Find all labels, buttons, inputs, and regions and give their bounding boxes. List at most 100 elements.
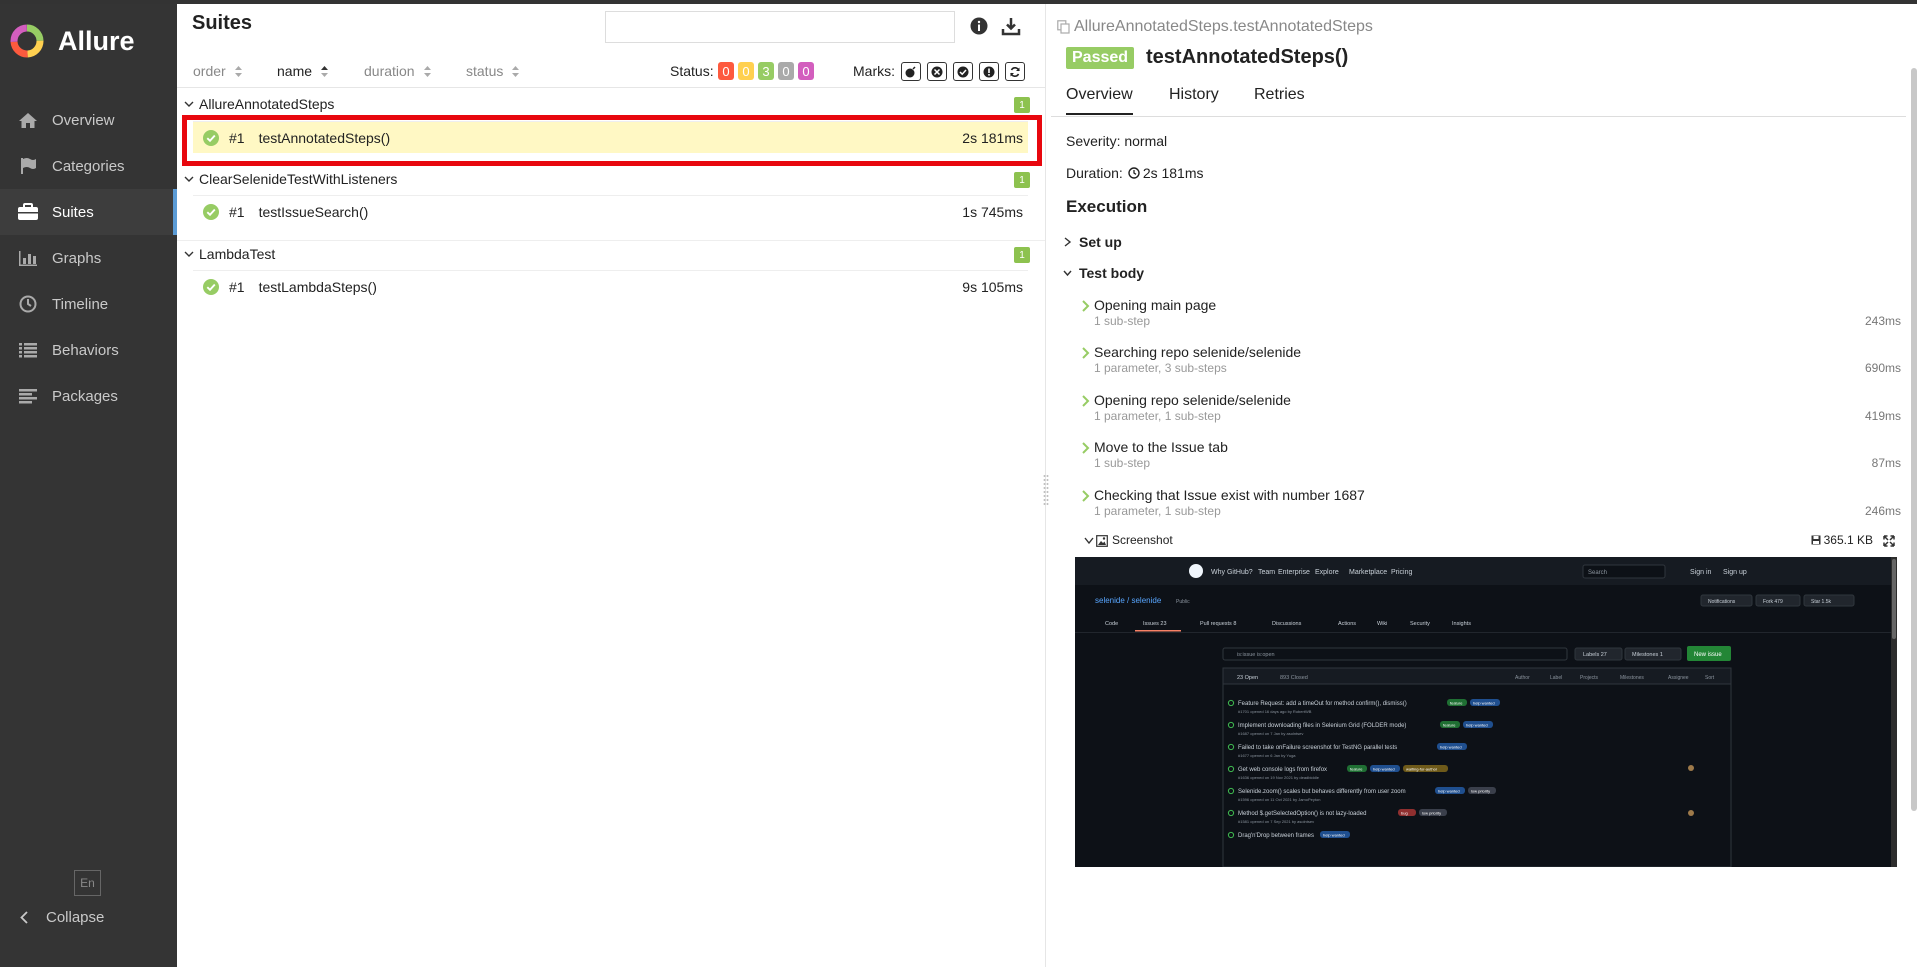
mark-new-failed-toggle[interactable]: [927, 62, 947, 81]
test-row[interactable]: #1 testIssueSearch() 1s 745ms: [193, 195, 1028, 227]
mark-new-passed-toggle[interactable]: [953, 62, 973, 81]
step-item[interactable]: Checking that Issue exist with number 16…: [1081, 487, 1901, 533]
attachment-size-value: 365.1 KB: [1823, 533, 1873, 547]
sidebar-item-label: Graphs: [52, 249, 102, 267]
times-circle-icon: [931, 66, 943, 77]
test-name: testLambdaSteps(): [258, 278, 377, 295]
download-icon[interactable]: [1001, 16, 1021, 36]
test-number: #1: [229, 278, 245, 295]
marks-filter-label: Marks:: [853, 63, 895, 79]
step-item[interactable]: Move to the Issue tab 1 sub-step 87ms: [1081, 439, 1901, 485]
sidebar-item-overview[interactable]: Overview: [0, 97, 177, 143]
status-broken-toggle[interactable]: 0: [738, 62, 754, 80]
collapse-button[interactable]: Collapse: [20, 909, 104, 926]
gh-issue-title: Feature Request: add a timeOut for metho…: [1238, 701, 1407, 707]
gh-milestones: Milestones 1: [1632, 652, 1663, 658]
sidebar-item-label: Categories: [52, 157, 125, 175]
test-title: testAnnotatedSteps(): [1146, 46, 1349, 68]
image-file-icon: [1096, 535, 1108, 547]
status-passed-toggle[interactable]: 3: [758, 62, 774, 80]
suite-group-header[interactable]: AllureAnnotatedSteps 1: [177, 91, 1045, 117]
mark-new-broken-toggle[interactable]: [979, 62, 999, 81]
gh-issue-tag: help wanted: [1323, 833, 1345, 838]
step-item[interactable]: Searching repo selenide/selenide 1 param…: [1081, 344, 1901, 390]
save-icon: [1811, 535, 1821, 545]
expand-icon[interactable]: [1883, 535, 1895, 547]
align-left-icon: [16, 386, 40, 406]
briefcase-icon: [16, 202, 40, 222]
step-item[interactable]: Opening repo selenide/selenide 1 paramet…: [1081, 392, 1901, 438]
sort-label: duration: [364, 63, 415, 79]
gh-filter-menu: Sort: [1705, 675, 1715, 681]
step-summary: 1 sub-step: [1094, 314, 1151, 328]
sidebar-item-suites[interactable]: Suites: [0, 189, 177, 235]
info-icon[interactable]: [970, 17, 988, 35]
suite-group-header[interactable]: ClearSelenideTestWithListeners 1: [177, 166, 1045, 192]
step-item[interactable]: Opening main page 1 sub-step 243ms: [1081, 297, 1901, 343]
attachment-name: Screenshot: [1112, 533, 1173, 547]
sidebar-item-graphs[interactable]: Graphs: [0, 235, 177, 281]
chevron-down-icon: [184, 101, 194, 107]
list-icon: [16, 340, 40, 360]
severity: Severity: normal: [1066, 133, 1168, 149]
detail-tabs: Overview History Retries: [1051, 84, 1906, 117]
test-duration: 1s 745ms: [962, 203, 1023, 220]
suite-name: ClearSelenideTestWithListeners: [199, 171, 398, 187]
status-failed-toggle[interactable]: 0: [718, 62, 734, 80]
gh-new-issue: New issue: [1694, 652, 1722, 658]
copy-icon[interactable]: [1057, 20, 1070, 34]
sidebar-item-categories[interactable]: Categories: [0, 143, 177, 189]
gh-sign-in: Sign in: [1690, 569, 1712, 576]
test-full-path: AllureAnnotatedSteps.testAnnotatedSteps: [1057, 18, 1373, 36]
step-duration: 243ms: [1864, 314, 1901, 328]
tab-overview[interactable]: Overview: [1066, 86, 1133, 115]
sort-duration[interactable]: duration: [364, 63, 432, 79]
status-unknown-toggle[interactable]: 0: [798, 62, 814, 80]
search-input[interactable]: [605, 11, 955, 43]
gh-closed-count: 893 Closed: [1280, 675, 1308, 681]
suite-group-header[interactable]: LambdaTest 1: [177, 240, 1045, 266]
sort-order[interactable]: order: [193, 63, 243, 79]
sidebar-item-timeline[interactable]: Timeline: [0, 281, 177, 327]
passed-status-icon: [203, 203, 219, 220]
test-name: testAnnotatedSteps(): [258, 129, 391, 146]
step-title: Opening main page: [1094, 297, 1217, 313]
test-body-section-toggle[interactable]: Test body: [1063, 265, 1144, 281]
sort-status[interactable]: status: [466, 63, 520, 79]
status-skipped-toggle[interactable]: 0: [778, 62, 794, 80]
step-title: Move to the Issue tab: [1094, 439, 1228, 455]
tab-retries[interactable]: Retries: [1254, 86, 1305, 113]
passed-status-icon: [203, 129, 219, 146]
test-row[interactable]: #1 testAnnotatedSteps() 2s 181ms: [193, 121, 1028, 153]
sidebar-item-packages[interactable]: Packages: [0, 373, 177, 419]
brand[interactable]: Allure: [10, 24, 135, 58]
clock-icon: [1128, 167, 1140, 179]
mark-retries-toggle[interactable]: [1005, 62, 1025, 81]
setup-section-toggle[interactable]: Set up: [1063, 234, 1122, 250]
language-switch[interactable]: En: [74, 870, 101, 896]
suite-passed-count: 1: [1014, 97, 1030, 113]
gh-filter-menu: Author: [1515, 675, 1530, 681]
sidebar-item-behaviors[interactable]: Behaviors: [0, 327, 177, 373]
gh-issue-title: Get web console logs from firefox: [1238, 767, 1327, 773]
sidebar: Allure Overview Categories Suites Graphs: [0, 4, 177, 967]
gh-filter: is:issue is:open: [1237, 652, 1275, 658]
attachment-header[interactable]: Screenshot 365.1 KB: [1084, 533, 1901, 551]
sort-label: name: [277, 63, 313, 79]
chevron-left-icon: [20, 911, 28, 924]
clock-icon: [16, 294, 40, 314]
gh-issue-meta: #1677 opened on 6 Jan by Yuga: [1238, 753, 1296, 758]
gh-issue-list: Feature Request: add a timeOut for metho…: [1222, 683, 1732, 867]
test-row[interactable]: #1 testLambdaSteps() 9s 105ms: [193, 270, 1028, 302]
gh-filter-menu: Milestones: [1620, 675, 1644, 681]
allure-report-app: Allure Overview Categories Suites Graphs: [0, 0, 1917, 967]
mark-flaky-toggle[interactable]: [901, 62, 921, 81]
duration-label: Duration:: [1066, 165, 1123, 181]
status-filter-label: Status:: [670, 63, 714, 79]
sort-name[interactable]: name: [277, 63, 329, 79]
tab-history[interactable]: History: [1169, 86, 1219, 113]
detail-scrollbar[interactable]: [1911, 68, 1917, 811]
sort-arrows-icon: [423, 65, 431, 77]
attachment-screenshot[interactable]: Why GitHub? Team Enterprise Explore Mark…: [1075, 557, 1897, 867]
resize-grip-icon[interactable]: [1043, 474, 1049, 506]
